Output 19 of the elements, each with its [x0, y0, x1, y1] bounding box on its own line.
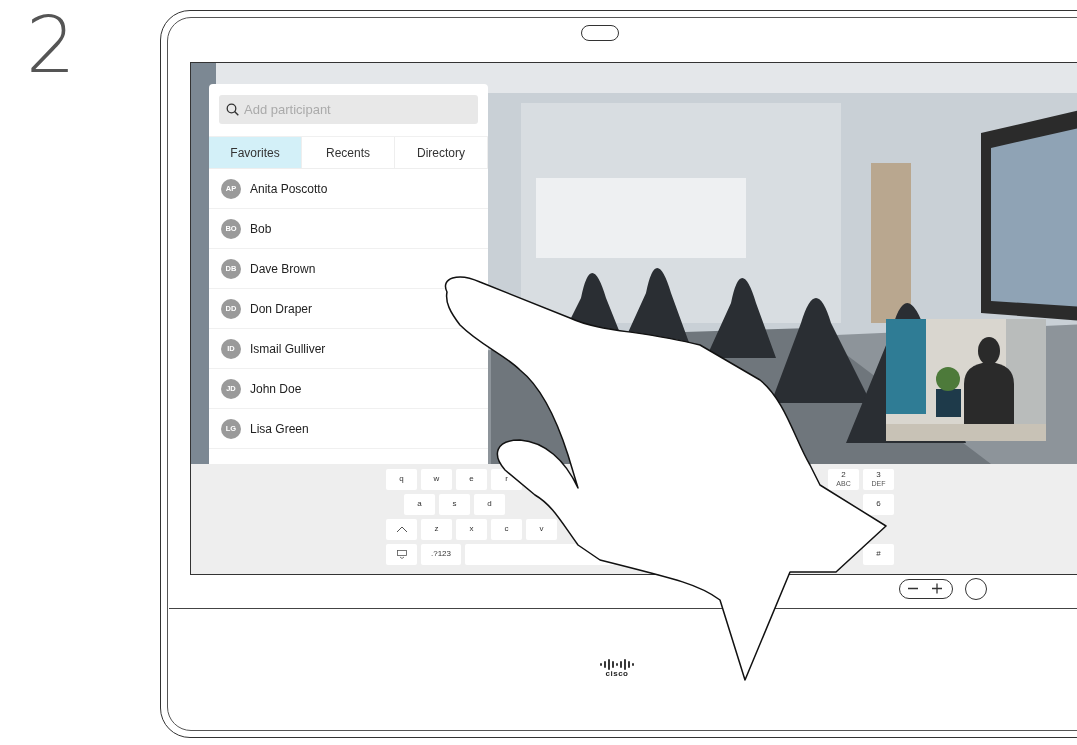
- keyboard-key[interactable]: x: [456, 519, 487, 540]
- brand-logo-text: cisco: [605, 670, 629, 678]
- step-number: 2: [26, 6, 76, 84]
- keyboard-key[interactable]: q: [386, 469, 417, 490]
- logo-icon: [599, 659, 635, 670]
- keyboard-key[interactable]: z: [421, 519, 452, 540]
- keyboard-key[interactable]: 6: [863, 494, 894, 515]
- keyboard-key[interactable]: e: [456, 469, 487, 490]
- keyboard-key[interactable]: .?123: [421, 544, 461, 565]
- keyboard-key[interactable]: v: [526, 519, 557, 540]
- keyboard-key[interactable]: w: [421, 469, 452, 490]
- keyboard-icon: [396, 550, 407, 559]
- keyboard-key[interactable]: d: [474, 494, 505, 515]
- shift-icon: [395, 526, 408, 533]
- keyboard-key[interactable]: a: [404, 494, 435, 515]
- keyboard-key[interactable]: c: [491, 519, 522, 540]
- keyboard-key[interactable]: s: [439, 494, 470, 515]
- keyboard-hide-key[interactable]: [386, 544, 417, 565]
- keyboard-key[interactable]: #: [863, 544, 894, 565]
